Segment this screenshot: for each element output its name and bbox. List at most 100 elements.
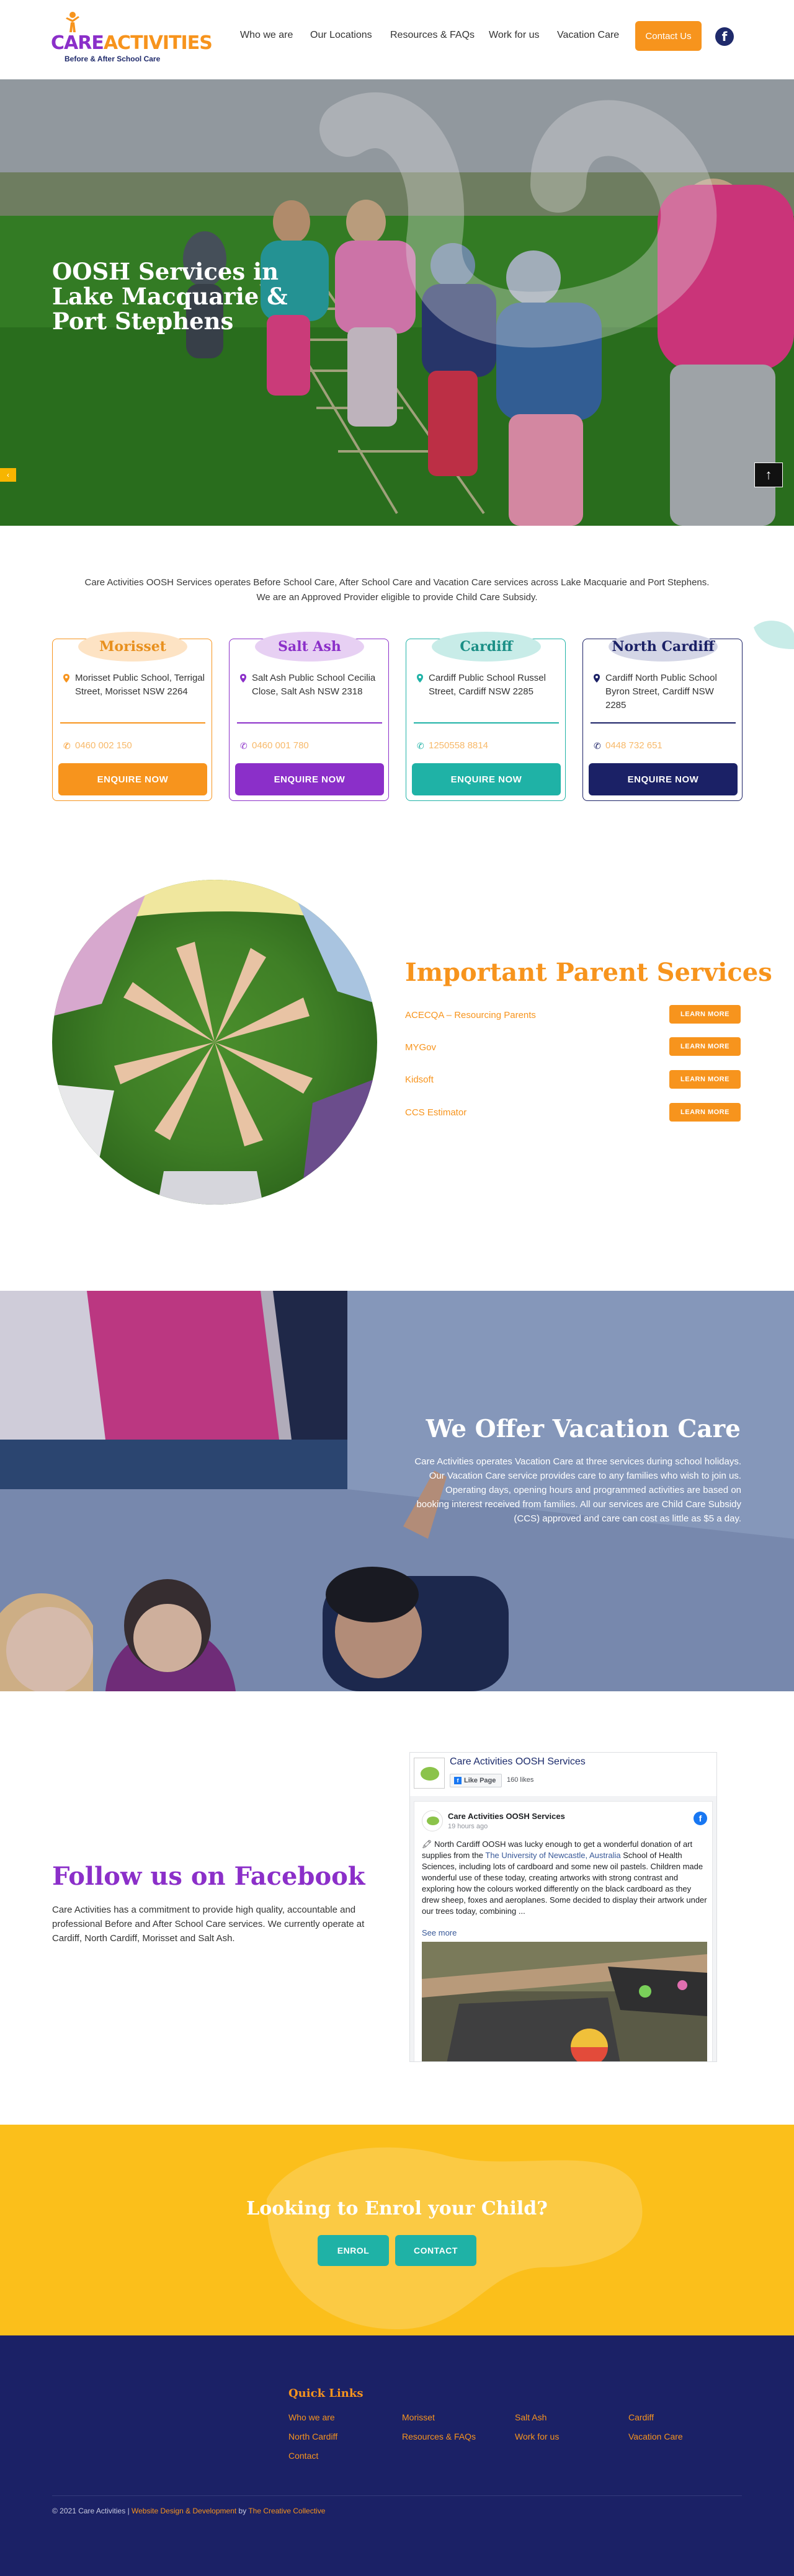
nav-who-we-are[interactable]: Who we are (240, 30, 293, 41)
enquire-now-button[interactable]: ENQUIRE NOW (412, 763, 561, 795)
contact-button[interactable]: CONTACT (395, 2235, 476, 2266)
logo-title-care: CARE (51, 32, 104, 54)
footer-link-cardiff[interactable]: Cardiff (628, 2412, 654, 2422)
acecqa-link[interactable]: ACECQA – Resourcing Parents (405, 1010, 536, 1020)
vacation-care-title: We Offer Vacation Care (426, 1415, 741, 1443)
learn-more-button[interactable]: LEARN MORE (669, 1037, 741, 1056)
location-card-salt-ash: Salt Ash Salt Ash Public School Cecilia … (229, 632, 389, 801)
footer-link-vacation-care[interactable]: Vacation Care (628, 2432, 683, 2441)
contact-us-button[interactable]: Contact Us (635, 21, 702, 51)
fb-widget-header: Care Activities OOSH Services f Like Pag… (410, 1753, 716, 1796)
like-page-label: Like Page (464, 1777, 496, 1784)
phone-icon: ✆ (240, 741, 248, 751)
logo-title: CAREACTIVITIES (51, 32, 213, 54)
logo-subtitle: Before & After School Care (65, 55, 161, 63)
post-photo-artwork[interactable] (422, 1942, 707, 2062)
copyright: © 2021 Care Activities | Website Design … (52, 2507, 325, 2515)
card-divider (414, 722, 559, 724)
enrol-button[interactable]: ENROL (318, 2235, 389, 2266)
facebook-icon[interactable]: f (715, 27, 734, 46)
footer-link-contact[interactable]: Contact (288, 2451, 318, 2461)
location-phone[interactable]: 0460 002 150 (75, 740, 132, 751)
location-address: Cardiff North Public School Byron Street… (605, 673, 717, 710)
map-pin-icon (594, 674, 600, 683)
location-phone[interactable]: 0460 001 780 (252, 740, 309, 751)
learn-more-button[interactable]: LEARN MORE (669, 1103, 741, 1122)
nav-our-locations[interactable]: Our Locations (310, 30, 372, 41)
footer-link-resources-faqs[interactable]: Resources & FAQs (402, 2432, 476, 2441)
post-avatar (422, 1810, 443, 1831)
facebook-section-text: Care Activities has a commitment to prov… (52, 1905, 365, 1944)
facebook-page-widget[interactable]: Care Activities OOSH Services f Like Pag… (409, 1752, 717, 2062)
post-mention-link[interactable]: The University of Newcastle, Australia (485, 1851, 620, 1860)
phone-icon: ✆ (417, 741, 424, 751)
vacation-care-text: Care Activities operates Vacation Care a… (414, 1456, 741, 1524)
see-more-link[interactable]: See more (422, 1928, 457, 1937)
footer-link-who-we-are[interactable]: Who we are (288, 2412, 335, 2422)
decorative-blob (754, 621, 794, 649)
site-footer: Quick Links Who we are Morisset Salt Ash… (0, 2335, 794, 2576)
slider-prev-arrow-icon[interactable]: ‹ (0, 468, 16, 482)
fb-feed: Care Activities OOSH Services 19 hours a… (410, 1796, 716, 2062)
map-pin-icon (63, 674, 69, 683)
fb-logo-small-icon: f (454, 1777, 462, 1784)
location-phone[interactable]: 0448 732 651 (605, 740, 662, 751)
credit-link[interactable]: Website Design & Development (132, 2507, 236, 2515)
intro-line-2: We are an Approved Provider eligible to … (256, 592, 538, 603)
scroll-to-top-icon[interactable]: ↑ (754, 463, 783, 487)
ccs-estimator-link[interactable]: CCS Estimator (405, 1107, 466, 1118)
care-activities-logo[interactable]: CAREACTIVITIES Before & After School Car… (51, 11, 213, 64)
fb-like-page-button[interactable]: f Like Page (450, 1774, 502, 1787)
footer-link-morisset[interactable]: Morisset (402, 2412, 435, 2422)
quick-links-title: Quick Links (288, 2387, 364, 2400)
agency-link[interactable]: The Creative Collective (248, 2507, 325, 2515)
credit-by: by (236, 2507, 249, 2515)
site-header: CAREACTIVITIES Before & After School Car… (0, 0, 794, 79)
learn-more-button[interactable]: LEARN MORE (669, 1070, 741, 1089)
pencil-emoji-icon: 🖍 (422, 1839, 435, 1849)
location-address: Morisset Public School, Terrigal Street,… (75, 673, 205, 697)
location-name: Salt Ash (255, 632, 364, 662)
fb-page-name[interactable]: Care Activities OOSH Services (450, 1756, 586, 1768)
location-address: Salt Ash Public School Cecilia Close, Sa… (252, 673, 376, 697)
location-phone[interactable]: 1250558 8814 (429, 740, 488, 751)
hands-illustration (52, 880, 377, 1205)
nav-vacation-care[interactable]: Vacation Care (557, 30, 619, 41)
kidsoft-link[interactable]: Kidsoft (405, 1074, 434, 1085)
map-pin-icon (240, 674, 246, 683)
mygov-link[interactable]: MYGov (405, 1042, 436, 1053)
post-author[interactable]: Care Activities OOSH Services (448, 1812, 565, 1821)
nav-resources-faqs[interactable]: Resources & FAQs (390, 30, 475, 41)
location-name: North Cardiff (609, 632, 718, 662)
enquire-now-button[interactable]: ENQUIRE NOW (589, 763, 738, 795)
enquire-now-button[interactable]: ENQUIRE NOW (235, 763, 384, 795)
enrol-cta-section: Looking to Enrol your Child? ENROL CONTA… (0, 2125, 794, 2335)
intro-line-1: Care Activities OOSH Services operates B… (84, 577, 710, 588)
footer-divider (52, 2495, 742, 2496)
post-text: 🖍 North Cardiff OOSH was lucky enough to… (422, 1839, 707, 1917)
logo-title-activities: ACTIVITIES (103, 32, 213, 54)
learn-more-button[interactable]: LEARN MORE (669, 1005, 741, 1024)
parent-services-title: Important Parent Services (405, 958, 772, 987)
nav-work-for-us[interactable]: Work for us (489, 30, 540, 41)
children-hands-circle-photo (52, 880, 377, 1205)
card-divider (237, 722, 382, 724)
fb-likes-count: 160 likes (507, 1776, 534, 1784)
location-name: Morisset (78, 632, 187, 662)
location-card-cardiff: Cardiff Cardiff Public School Russel Str… (406, 632, 566, 801)
footer-link-salt-ash[interactable]: Salt Ash (515, 2412, 546, 2422)
hero-title: OOSH Services in Lake Macquarie & Port S… (52, 258, 288, 335)
enrol-title: Looking to Enrol your Child? (246, 2198, 548, 2220)
location-card-north-cardiff: North Cardiff Cardiff North Public Schoo… (582, 632, 743, 801)
facebook-section-title: Follow us on Facebook (52, 1862, 365, 1891)
footer-link-work-for-us[interactable]: Work for us (515, 2432, 559, 2441)
card-divider (591, 722, 736, 724)
footer-link-north-cardiff[interactable]: North Cardiff (288, 2432, 337, 2441)
vacation-care-section: We Offer Vacation Care Care Activities o… (0, 1291, 794, 1691)
child-figure-icon (66, 12, 79, 32)
page-avatar (414, 1758, 445, 1789)
location-card-morisset: Morisset Morisset Public School, Terriga… (52, 632, 212, 801)
map-pin-icon (417, 674, 423, 683)
hero-banner: OOSH Services in Lake Macquarie & Port S… (0, 79, 794, 526)
enquire-now-button[interactable]: ENQUIRE NOW (58, 763, 207, 795)
